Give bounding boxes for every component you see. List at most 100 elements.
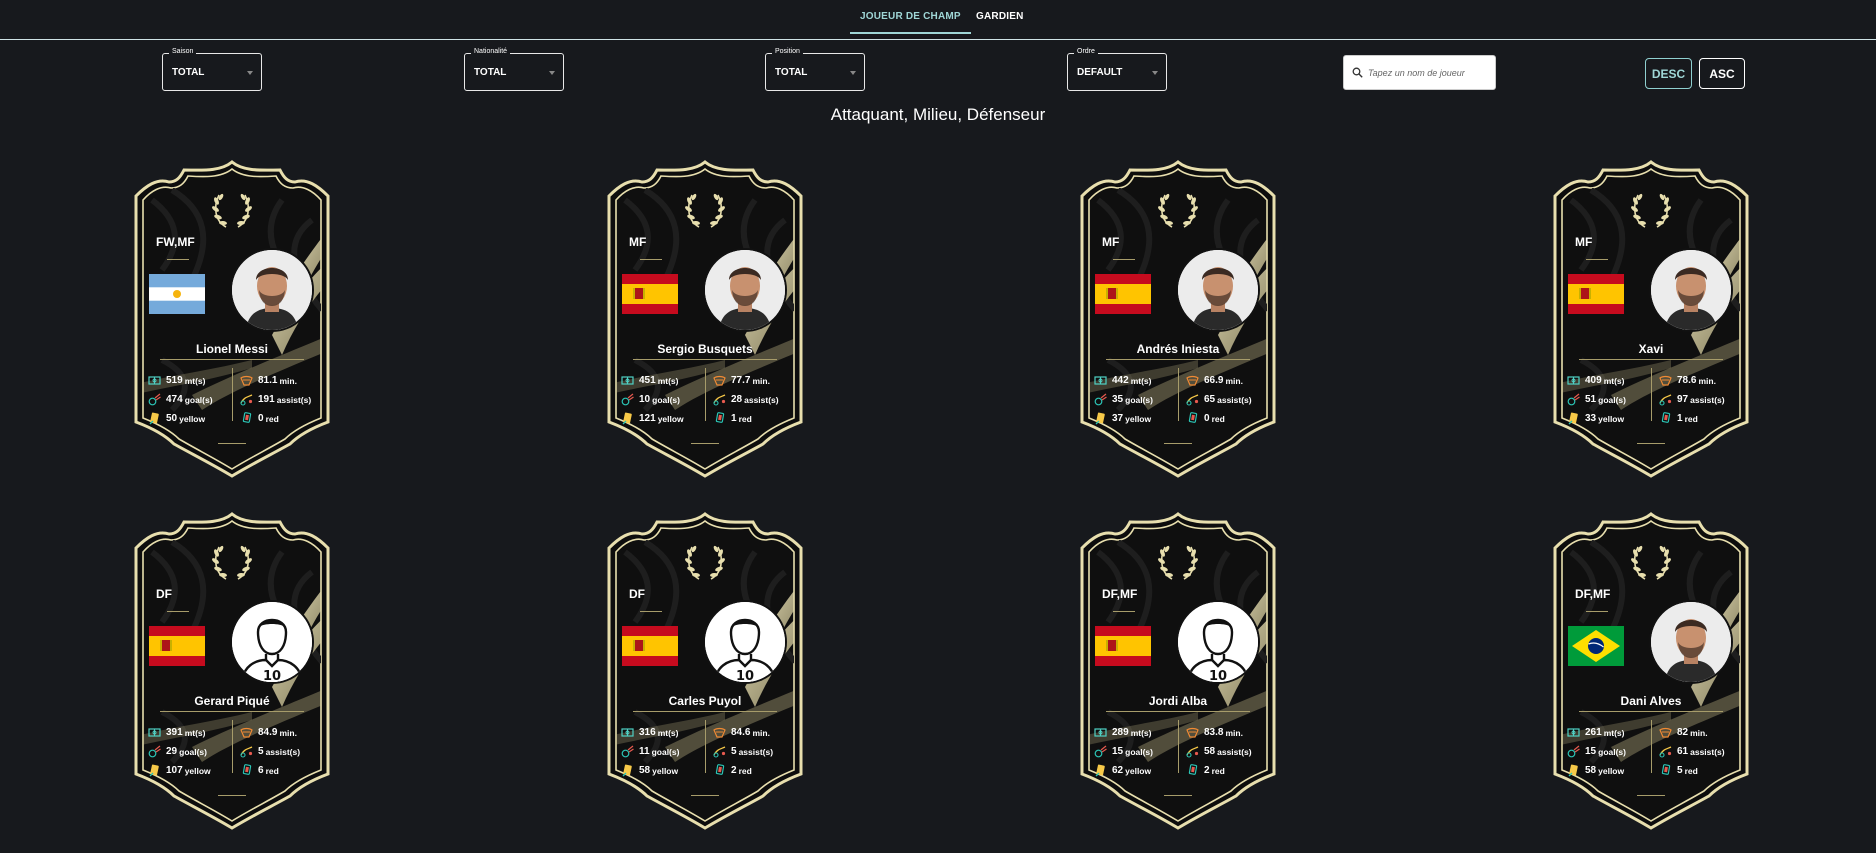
player-avatar: 10 — [230, 600, 314, 684]
position-select[interactable]: Position TOTAL — [765, 48, 865, 91]
player-card[interactable]: DF 10 Gerard Piqué 391 mt(s) 29 goal(s) … — [132, 512, 332, 830]
player-card[interactable]: DF 10 Carles Puyol 316 mt(s) 11 goal(s) … — [605, 512, 805, 830]
placeholder-avatar-icon: 10 — [232, 602, 312, 682]
stat-red: 5 red — [1659, 764, 1698, 777]
stat-red-unit: red — [1211, 413, 1225, 424]
red-card-icon — [1188, 764, 1198, 775]
stat-assists: 28 assist(s) — [713, 393, 779, 406]
red-card-icon — [1661, 764, 1671, 775]
divider — [1651, 368, 1652, 421]
stat-minutes-unit: min. — [1225, 727, 1243, 738]
stat-goals: 474 goal(s) — [148, 393, 213, 406]
player-card[interactable]: MF Xavi 409 mt(s) 51 goal(s) 33 yellow 7… — [1551, 160, 1751, 478]
stat-yellow-unit: yellow — [1125, 413, 1152, 424]
yellow-card-icon — [1095, 412, 1105, 425]
player-card[interactable]: FW,MF Lionel Messi 519 mt(s) 474 goal(s)… — [132, 160, 332, 478]
stat-minutes: 66.9 min. — [1186, 374, 1243, 387]
player-card[interactable]: DF,MF 10 Jordi Alba 289 mt(s) 15 goal(s)… — [1078, 512, 1278, 830]
stat-goals-unit: goal(s) — [184, 394, 213, 405]
spain-flag-icon — [1095, 626, 1151, 666]
stat-goals-value: 10 — [639, 394, 651, 405]
pitch-icon — [621, 728, 634, 737]
player-avatar — [1649, 600, 1733, 684]
stat-minutes-unit: min. — [752, 727, 770, 738]
player-position: MF — [1575, 235, 1593, 249]
search-input[interactable] — [1368, 64, 1490, 82]
stat-yellow-value: 33 — [1585, 413, 1597, 424]
season-label: Saison — [169, 48, 197, 55]
season-select[interactable]: Saison TOTAL — [162, 48, 262, 91]
stat-goals: 35 goal(s) — [1094, 393, 1153, 406]
divider — [1113, 611, 1135, 612]
stat-assists-value: 65 — [1204, 394, 1216, 405]
stat-assists-value: 61 — [1677, 746, 1689, 757]
stat-yellow-value: 37 — [1112, 413, 1124, 424]
position-value: TOTAL — [775, 67, 808, 78]
stat-red-value: 2 — [1204, 765, 1210, 776]
stat-goals-value: 15 — [1112, 746, 1124, 757]
order-label: Ordre — [1074, 48, 1098, 55]
divider — [1651, 720, 1652, 773]
stat-red-unit: red — [1211, 765, 1225, 776]
player-card[interactable]: MF Sergio Busquets 451 mt(s) 10 goal(s) … — [605, 160, 805, 478]
chevron-down-icon — [850, 71, 856, 75]
divider — [640, 611, 662, 612]
divider — [1113, 259, 1135, 260]
pitch-icon — [1567, 376, 1580, 385]
player-card[interactable]: MF Andrés Iniesta 442 mt(s) 35 goal(s) 3… — [1078, 160, 1278, 478]
divider — [1106, 359, 1250, 360]
player-search — [1343, 55, 1496, 90]
stat-minutes: 82 min. — [1659, 726, 1708, 739]
stopwatch-icon — [713, 375, 726, 386]
laurel-icon — [212, 193, 252, 228]
player-photo — [232, 250, 312, 330]
spain-flag-icon — [622, 274, 678, 314]
stopwatch-icon — [240, 375, 253, 386]
spain-flag-icon — [1568, 274, 1624, 314]
stat-matches-unit: mt(s) — [1130, 375, 1152, 386]
divider — [1579, 711, 1723, 712]
stat-goals-unit: goal(s) — [1598, 394, 1626, 405]
tab-joueur-de-champ[interactable]: JOUEUR DE CHAMP — [850, 11, 971, 34]
order-select[interactable]: Ordre DEFAULT — [1067, 48, 1167, 91]
divider — [1106, 711, 1250, 712]
stat-assists: 97 assist(s) — [1659, 393, 1725, 406]
assist-icon — [1186, 746, 1199, 758]
stat-assists-unit: assist(s) — [1690, 746, 1725, 757]
stat-matches: 451 mt(s) — [621, 374, 678, 387]
ball-shot-icon — [1094, 393, 1107, 406]
svg-text:10: 10 — [1209, 669, 1227, 682]
stat-matches: 519 mt(s) — [148, 374, 205, 387]
stat-minutes: 77.7 min. — [713, 374, 770, 387]
player-card[interactable]: DF,MF Dani Alves 261 mt(s) 15 goal(s) 58… — [1551, 512, 1751, 830]
stat-assists-unit: assist(s) — [1217, 746, 1252, 757]
stat-minutes-value: 66.9 — [1204, 375, 1224, 386]
assist-icon — [240, 746, 253, 758]
divider — [160, 711, 304, 712]
tab-gardien[interactable]: GARDIEN — [976, 11, 1024, 22]
stat-assists: 61 assist(s) — [1659, 745, 1725, 758]
assist-icon — [1186, 394, 1199, 406]
stat-assists-value: 191 — [258, 394, 275, 405]
stat-goals-value: 15 — [1585, 746, 1597, 757]
yellow-card-icon — [1095, 764, 1105, 777]
stat-matches-value: 289 — [1112, 727, 1129, 738]
laurel-icon — [1158, 193, 1198, 228]
stat-assists-value: 97 — [1677, 394, 1689, 405]
spain-flag-icon — [1095, 274, 1151, 314]
nationality-select[interactable]: Nationalité TOTAL — [464, 48, 564, 91]
stat-minutes-value: 78.6 — [1677, 375, 1697, 386]
stat-goals-value: 11 — [639, 746, 650, 757]
stat-assists-unit: assist(s) — [276, 394, 312, 405]
stat-minutes: 84.9 min. — [240, 726, 297, 739]
sort-asc-button[interactable]: ASC — [1699, 58, 1745, 89]
ball-shot-icon — [1567, 745, 1580, 758]
stat-assists-value: 5 — [258, 746, 264, 757]
assist-icon — [1659, 394, 1672, 406]
sort-desc-button[interactable]: DESC — [1645, 58, 1692, 89]
laurel-icon — [685, 193, 725, 228]
yellow-card-icon — [1568, 412, 1578, 425]
stat-minutes-value: 84.6 — [731, 727, 751, 738]
stat-yellow-value: 58 — [1585, 765, 1597, 776]
stat-red-value: 6 — [258, 765, 264, 776]
